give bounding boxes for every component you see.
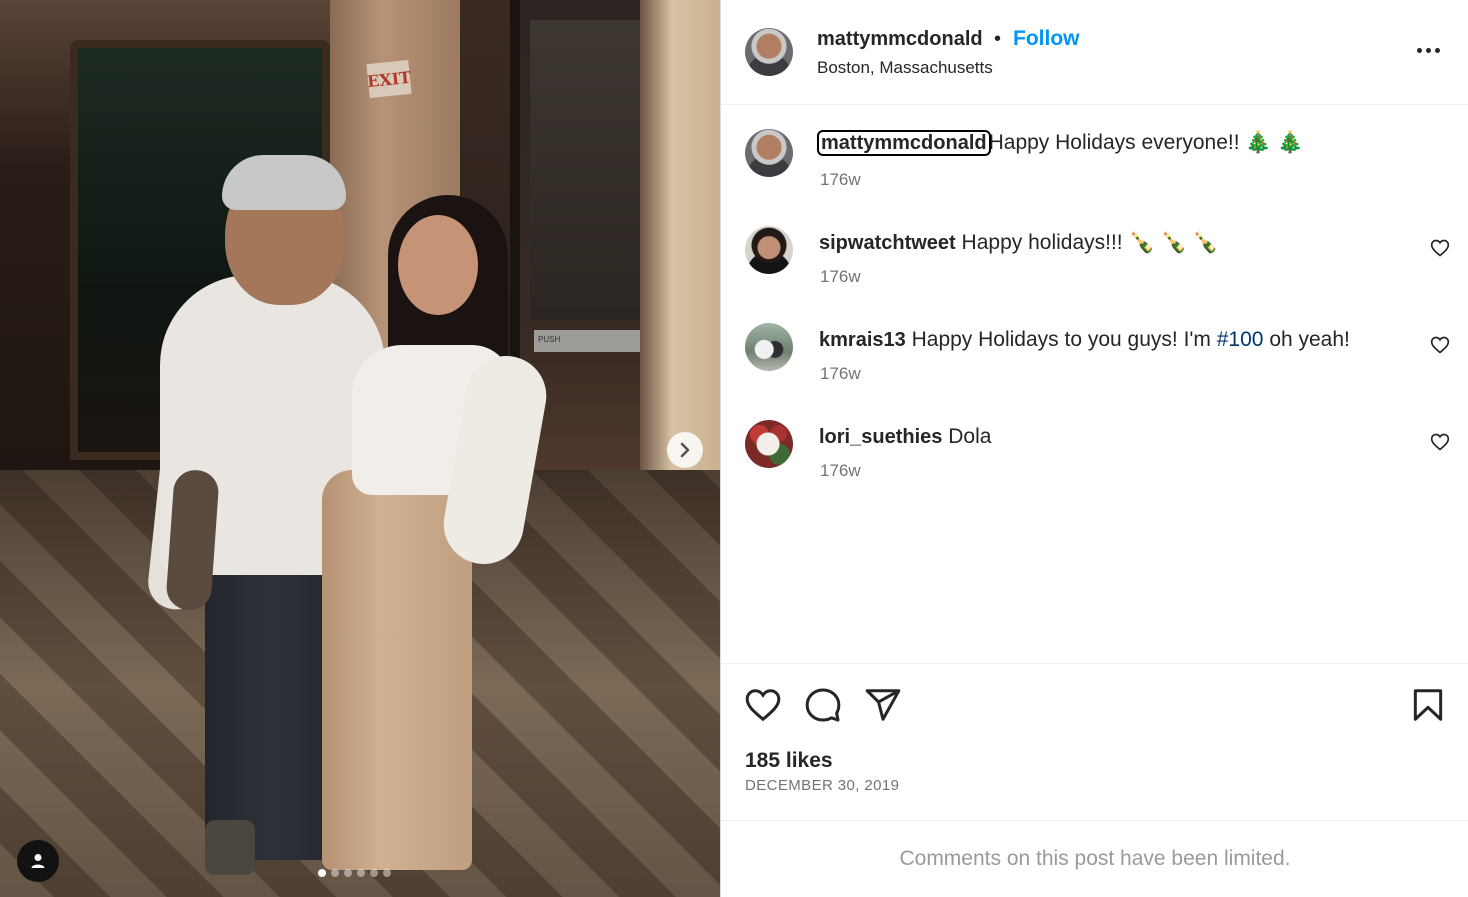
- next-slide-button[interactable]: [667, 432, 703, 468]
- paper-plane-icon: [865, 689, 901, 721]
- comment-text-line: kmrais13 Happy Holidays to you guys! I'm…: [819, 328, 1350, 352]
- man-legs: [205, 560, 340, 860]
- caption-text: Happy Holidays everyone!! 🎄 🎄: [988, 131, 1304, 154]
- comment-item: lori_suethies Dola 176w: [721, 420, 1468, 500]
- comment-item: sipwatchtweet Happy holidays!!! 🍾 🍾 🍾 17…: [721, 226, 1468, 306]
- woman-face: [398, 215, 478, 315]
- chevron-right-icon: [680, 442, 690, 458]
- commenter-username[interactable]: kmrais13: [819, 329, 906, 351]
- post-dialog: PUSH EXIT mattymmcdonald • Follow Boston…: [0, 0, 1468, 897]
- carousel-dot: [357, 869, 365, 877]
- more-options-button[interactable]: [1411, 38, 1445, 62]
- carousel-indicator: [318, 869, 391, 877]
- tagged-users-button[interactable]: [17, 840, 59, 882]
- comment-item: kmrais13 Happy Holidays to you guys! I'm…: [721, 323, 1468, 403]
- action-bar: 185 likes DECEMBER 30, 2019: [721, 663, 1468, 820]
- follow-button[interactable]: Follow: [1013, 27, 1080, 51]
- author-avatar[interactable]: [745, 28, 793, 76]
- author-username[interactable]: mattymmcdonald: [817, 28, 983, 51]
- comment-like-button[interactable]: [1430, 238, 1450, 258]
- caption: mattymmcdonaldHappy Holidays everyone!! …: [721, 129, 1468, 209]
- comment-like-button[interactable]: [1430, 432, 1450, 452]
- more-options-icon: [1425, 47, 1431, 53]
- post-date[interactable]: DECEMBER 30, 2019: [745, 777, 899, 794]
- more-options-icon: [1434, 47, 1440, 53]
- commenter-avatar[interactable]: [745, 226, 793, 274]
- like-count[interactable]: 185 likes: [745, 749, 833, 773]
- comment-time[interactable]: 176w: [820, 461, 861, 481]
- push-plate: PUSH: [534, 330, 644, 352]
- comment-text: Happy holidays!!! 🍾 🍾 🍾: [961, 231, 1219, 254]
- more-options-icon: [1416, 47, 1422, 53]
- carousel-dot: [344, 869, 352, 877]
- man-hair: [222, 155, 346, 210]
- comment-time[interactable]: 176w: [820, 364, 861, 384]
- carousel-dot: [318, 869, 326, 877]
- caption-username[interactable]: mattymmcdonald: [817, 130, 991, 156]
- door-glass: [530, 20, 640, 320]
- heart-icon: [1430, 336, 1450, 354]
- caption-avatar[interactable]: [745, 129, 793, 177]
- heart-icon: [1430, 239, 1450, 257]
- comment-text-line: lori_suethies Dola: [819, 425, 991, 449]
- comment-text: Happy Holidays to you guys! I'm: [911, 328, 1211, 351]
- caption-time[interactable]: 176w: [820, 170, 861, 190]
- carousel-dot: [383, 869, 391, 877]
- post-sidebar: mattymmcdonald • Follow Boston, Massachu…: [720, 0, 1468, 897]
- bookmark-icon: [1413, 689, 1443, 721]
- caption-text-line: mattymmcdonaldHappy Holidays everyone!! …: [817, 130, 1304, 156]
- commenter-avatar[interactable]: [745, 420, 793, 468]
- share-button[interactable]: [864, 686, 902, 724]
- carousel-dot: [331, 869, 339, 877]
- save-button[interactable]: [1409, 686, 1447, 724]
- carousel-dot: [370, 869, 378, 877]
- commenter-username[interactable]: sipwatchtweet: [819, 232, 956, 254]
- man-shoe: [205, 820, 255, 875]
- comment-text: Dola: [948, 425, 992, 448]
- comment-bubble-icon: [805, 688, 841, 722]
- post-header: mattymmcdonald • Follow Boston, Massachu…: [721, 0, 1468, 105]
- separator-dot: •: [994, 28, 1002, 50]
- heart-icon: [745, 689, 781, 722]
- comment-time[interactable]: 176w: [820, 267, 861, 287]
- heart-icon: [1430, 433, 1450, 451]
- comments-limited-notice: Comments on this post have been limited.: [721, 820, 1468, 897]
- comment-hashtag[interactable]: #100: [1217, 328, 1264, 351]
- user-tag-icon: [31, 854, 45, 868]
- post-location[interactable]: Boston, Massachusetts: [817, 58, 993, 78]
- commenter-username[interactable]: lori_suethies: [819, 426, 942, 448]
- comment-button[interactable]: [804, 686, 842, 724]
- exit-sign: EXIT: [366, 59, 412, 99]
- like-button[interactable]: [744, 686, 782, 724]
- comment-like-button[interactable]: [1430, 335, 1450, 355]
- commenter-avatar[interactable]: [745, 323, 793, 371]
- comment-text: oh yeah!: [1269, 328, 1350, 351]
- comment-text-line: sipwatchtweet Happy holidays!!! 🍾 🍾 🍾: [819, 231, 1219, 255]
- post-media[interactable]: PUSH EXIT: [0, 0, 720, 897]
